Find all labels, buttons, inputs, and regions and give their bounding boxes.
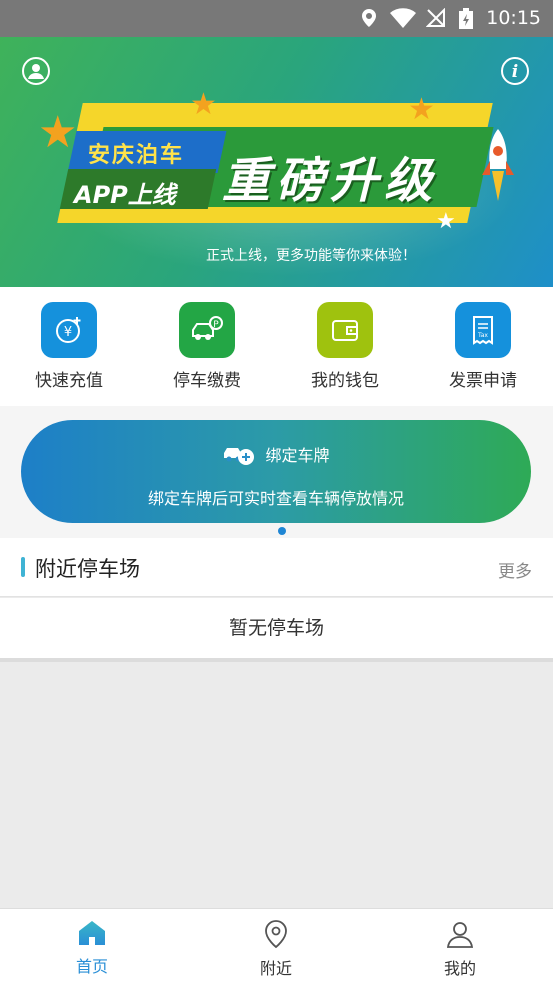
quick-action-label: 我的钱包 bbox=[311, 371, 379, 391]
location-status-icon bbox=[362, 9, 376, 27]
quick-action-label: 停车缴费 bbox=[173, 371, 241, 391]
tab-label: 首页 bbox=[75, 957, 108, 976]
empty-parking-list: 暂无停车场 bbox=[0, 598, 553, 662]
info-button[interactable]: i bbox=[501, 57, 529, 85]
rocket-icon bbox=[482, 129, 514, 201]
battery-icon bbox=[459, 8, 473, 29]
svg-text:¥: ¥ bbox=[64, 325, 72, 340]
page-indicator-dot bbox=[278, 527, 286, 535]
status-bar: 10:15 bbox=[0, 0, 553, 37]
svg-text:P: P bbox=[213, 320, 219, 330]
bottom-tab-bar: 首页 附近 我的 bbox=[0, 908, 553, 984]
home-icon bbox=[79, 921, 105, 945]
quick-actions: ¥ 快速充值 P 停车缴费 我的钱包 Tax 发票申请 bbox=[0, 287, 553, 406]
person-icon bbox=[446, 922, 474, 948]
invoice-icon: Tax bbox=[473, 316, 493, 345]
account-button[interactable] bbox=[22, 57, 50, 85]
banner-tag-line1: 安庆泊车 bbox=[88, 143, 185, 168]
svg-text:Tax: Tax bbox=[477, 332, 488, 339]
wifi-icon bbox=[390, 8, 416, 28]
empty-text: 暂无停车场 bbox=[228, 617, 324, 639]
person-icon bbox=[28, 64, 44, 79]
yuan-recharge-icon: ¥ bbox=[56, 317, 81, 343]
tab-mine[interactable]: 我的 bbox=[368, 909, 552, 984]
quick-recharge-button[interactable]: ¥ 快速充值 bbox=[0, 302, 138, 391]
star-icon: ★ bbox=[38, 107, 78, 158]
location-pin-icon bbox=[265, 920, 287, 949]
star-icon: ★ bbox=[408, 92, 435, 127]
banner-subtitle: 正式上线，更多功能等你来体验！ bbox=[206, 248, 416, 264]
nearby-parking-header: 附近停车场 更多 bbox=[0, 538, 553, 597]
clock: 10:15 bbox=[486, 7, 541, 29]
tab-nearby[interactable]: 附近 bbox=[184, 909, 368, 984]
info-icon: i bbox=[512, 62, 518, 82]
tab-label: 我的 bbox=[443, 959, 476, 978]
invoice-button[interactable]: Tax 发票申请 bbox=[414, 302, 552, 391]
banner-tag-line2: APP上线 bbox=[74, 181, 176, 209]
star-icon: ★ bbox=[436, 209, 456, 234]
banner-headline: 重磅升级 bbox=[222, 153, 439, 209]
wallet-button[interactable]: 我的钱包 bbox=[276, 302, 414, 391]
bind-plate-section: 绑定车牌 绑定车牌后可实时查看车辆停放情况 bbox=[0, 406, 553, 538]
more-link[interactable]: 更多 bbox=[498, 557, 532, 582]
section-accent-bar bbox=[21, 557, 25, 577]
tab-home[interactable]: 首页 bbox=[0, 909, 184, 984]
svg-text:i: i bbox=[512, 62, 518, 82]
quick-action-label: 快速充值 bbox=[35, 371, 103, 391]
quick-action-label: 发票申请 bbox=[449, 371, 517, 391]
car-parking-icon: P bbox=[192, 316, 223, 340]
bind-plate-subtitle: 绑定车牌后可实时查看车辆停放情况 bbox=[147, 489, 404, 508]
wallet-icon bbox=[332, 320, 358, 341]
add-car-icon bbox=[224, 448, 255, 465]
bind-plate-card[interactable]: 绑定车牌 绑定车牌后可实时查看车辆停放情况 bbox=[21, 420, 531, 523]
tab-label: 附近 bbox=[259, 959, 292, 978]
star-icon: ★ bbox=[190, 87, 217, 122]
promo-banner[interactable]: i ★ ★ ★ ★ 安庆泊车 APP上线 重磅升级 正式上线，更多功能等你来体验… bbox=[0, 37, 553, 287]
no-signal-icon bbox=[426, 8, 445, 27]
bind-plate-title: 绑定车牌 bbox=[265, 446, 330, 465]
nearby-title: 附近停车场 bbox=[35, 557, 140, 581]
parking-payment-button[interactable]: P 停车缴费 bbox=[138, 302, 276, 391]
